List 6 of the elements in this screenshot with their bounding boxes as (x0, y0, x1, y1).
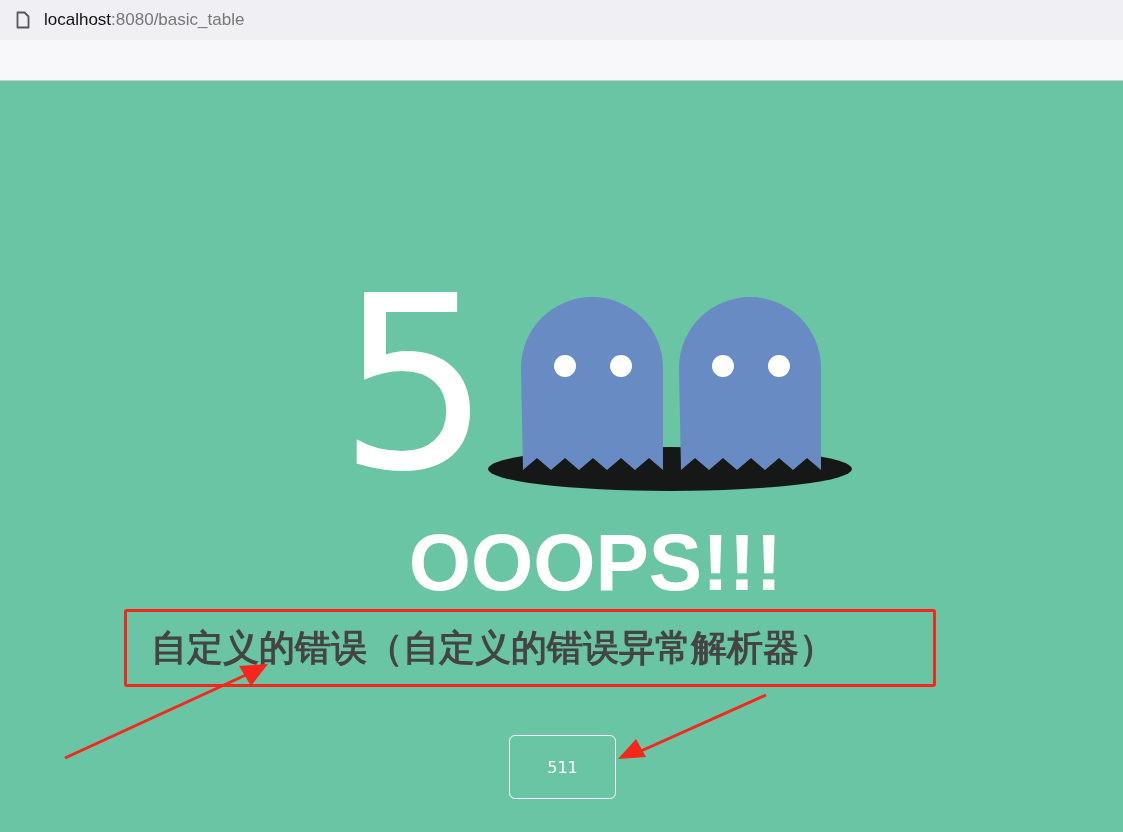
error-message: 自定义的错误（自定义的错误异常解析器） (150, 625, 835, 670)
page-icon (16, 11, 30, 29)
error-headline: OOOPS!!! (408, 523, 783, 603)
address-url[interactable]: localhost:8080/basic_table (44, 10, 245, 30)
error-digit: 5 (338, 279, 491, 491)
status-code: 511 (509, 735, 616, 799)
